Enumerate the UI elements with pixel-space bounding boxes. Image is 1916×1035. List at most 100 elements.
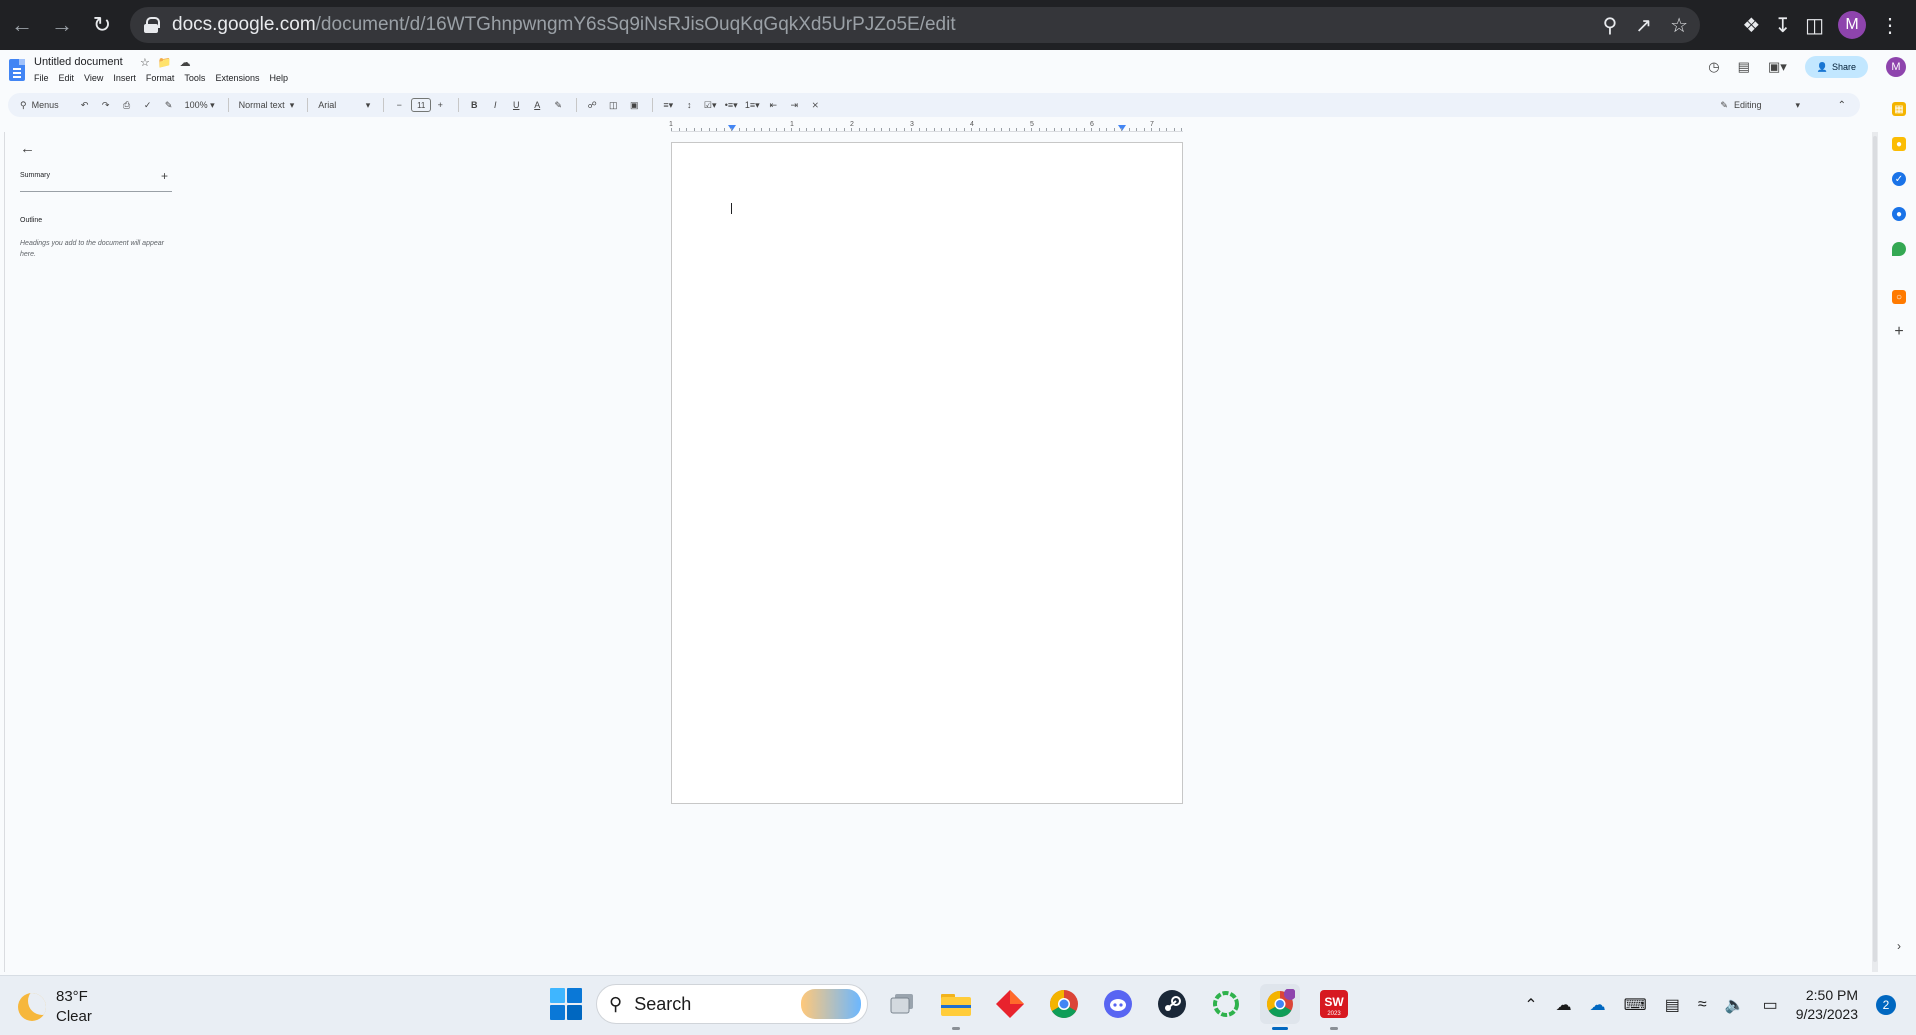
taskbar-search[interactable]: ⚲ Search	[596, 984, 868, 1024]
right-indent-marker[interactable]	[1118, 125, 1126, 131]
increase-indent-icon[interactable]: ⇥	[785, 96, 803, 114]
browser-profile-avatar[interactable]: M	[1838, 11, 1866, 39]
clear-formatting-icon[interactable]: ⨯	[806, 96, 824, 114]
align-icon[interactable]: ≡▾	[659, 96, 677, 114]
share-button[interactable]: 👤 Share	[1804, 56, 1868, 78]
clock[interactable]: 2:50 PM 9/23/2023	[1796, 986, 1858, 1024]
docs-logo-icon[interactable]	[9, 59, 25, 81]
menu-format[interactable]: Format	[146, 73, 175, 83]
left-indent-marker[interactable]	[728, 125, 736, 131]
extensions-icon[interactable]: ❖	[1742, 13, 1760, 38]
cloud-status-icon[interactable]: ☁	[180, 56, 191, 69]
red-diamond-app-icon[interactable]	[990, 984, 1030, 1024]
spellcheck-icon[interactable]: ✓	[139, 96, 157, 114]
file-explorer-icon[interactable]	[936, 984, 976, 1030]
decrease-font-size-icon[interactable]: −	[390, 96, 408, 114]
chevron-up-icon[interactable]: ⌃	[1524, 995, 1537, 1015]
bookmark-star-icon[interactable]: ☆	[1670, 13, 1688, 38]
add-addon-icon[interactable]: +	[1892, 323, 1906, 340]
zoom-icon[interactable]: ⚲	[1603, 13, 1618, 38]
checklist-icon[interactable]: ☑▾	[701, 96, 719, 114]
highlight-icon[interactable]: ✎	[549, 96, 567, 114]
lock-icon[interactable]	[144, 17, 160, 33]
steam-icon[interactable]	[1152, 984, 1192, 1024]
task-view-icon[interactable]	[882, 984, 922, 1024]
add-summary-icon[interactable]: +	[161, 169, 168, 183]
star-icon[interactable]: ☆	[140, 56, 150, 69]
style-select[interactable]: Normal text ▾	[235, 96, 299, 114]
bulleted-list-icon[interactable]: •≡▾	[722, 96, 740, 114]
collapse-menus-icon[interactable]: ⌃	[1838, 93, 1846, 117]
bold-icon[interactable]: B	[465, 96, 483, 114]
volume-muted-icon[interactable]: 🔈	[1725, 995, 1745, 1015]
contacts-icon[interactable]: ●	[1892, 207, 1906, 221]
discord-icon[interactable]	[1098, 984, 1138, 1024]
scrollbar-thumb[interactable]	[1873, 136, 1877, 962]
menu-view[interactable]: View	[84, 73, 103, 83]
addon-icon[interactable]: ○	[1892, 290, 1906, 304]
start-button[interactable]	[550, 988, 582, 1020]
text-color-icon[interactable]: A	[528, 96, 546, 114]
weather-widget[interactable]: 83°F Clear	[18, 987, 92, 1027]
menu-edit[interactable]: Edit	[59, 73, 75, 83]
menu-insert[interactable]: Insert	[113, 73, 136, 83]
wifi-icon[interactable]: ≈	[1698, 996, 1707, 1014]
green-ring-app-icon[interactable]	[1206, 984, 1246, 1024]
insert-image-icon[interactable]: ▣	[625, 96, 643, 114]
onedrive-sync-icon[interactable]: ☁	[1590, 995, 1606, 1015]
font-select[interactable]: Arial ▾	[314, 96, 374, 114]
keep-icon[interactable]: ●	[1892, 137, 1906, 151]
display-icon[interactable]: ▤	[1665, 995, 1680, 1015]
close-outline-icon[interactable]: ←	[20, 140, 172, 157]
undo-icon[interactable]: ↶	[76, 96, 94, 114]
version-history-icon[interactable]: ◷	[1708, 59, 1719, 75]
comments-icon[interactable]: ▤	[1738, 59, 1750, 75]
keyboard-icon[interactable]: ⌨	[1624, 995, 1647, 1015]
expand-panel-icon[interactable]: ›	[1892, 939, 1906, 953]
line-spacing-icon[interactable]: ↕	[680, 96, 698, 114]
share-page-icon[interactable]: ↗	[1635, 13, 1652, 38]
solidworks-icon[interactable]: SW 2023	[1314, 984, 1354, 1030]
numbered-list-icon[interactable]: 1≡▾	[743, 96, 761, 114]
menu-extensions[interactable]: Extensions	[215, 73, 259, 83]
editing-mode-select[interactable]: ✎ Editing ▾	[1720, 93, 1800, 117]
tasks-icon[interactable]: ✓	[1892, 172, 1906, 186]
add-comment-icon[interactable]: ◫	[604, 96, 622, 114]
vertical-ruler[interactable]	[0, 132, 5, 972]
account-avatar[interactable]: M	[1886, 57, 1906, 77]
menu-file[interactable]: File	[34, 73, 49, 83]
font-size-input[interactable]: 11	[411, 98, 432, 112]
download-icon[interactable]: ↧	[1774, 13, 1791, 38]
print-icon[interactable]: ⎙	[118, 96, 136, 114]
meet-icon[interactable]: ▣▾	[1768, 59, 1787, 75]
horizontal-ruler[interactable]: 1 1 2 3 4 5 6 7	[669, 121, 1183, 132]
increase-font-size-icon[interactable]: +	[431, 96, 449, 114]
reload-icon[interactable]: ↻	[82, 5, 122, 45]
forward-icon[interactable]: →	[42, 5, 82, 45]
zoom-select[interactable]: 100% ▾	[181, 96, 219, 114]
back-icon[interactable]: ←	[2, 5, 42, 45]
maps-icon[interactable]	[1892, 242, 1906, 256]
document-page[interactable]	[671, 142, 1183, 804]
italic-icon[interactable]: I	[486, 96, 504, 114]
calendar-icon[interactable]: ▦	[1892, 102, 1906, 116]
move-folder-icon[interactable]: 📁	[158, 56, 172, 69]
side-panel-icon[interactable]: ◫	[1805, 13, 1824, 38]
menu-tools[interactable]: Tools	[184, 73, 205, 83]
document-title[interactable]: Untitled document	[34, 56, 123, 68]
chrome-profile-icon[interactable]	[1260, 984, 1300, 1030]
onedrive-icon[interactable]: ☁	[1556, 995, 1572, 1015]
notification-badge[interactable]: 2	[1876, 995, 1896, 1015]
chrome-icon[interactable]	[1044, 984, 1084, 1024]
url-text[interactable]: docs.google.com/document/d/16WTGhnpwngmY…	[172, 14, 956, 36]
link-icon[interactable]: ☍	[583, 96, 601, 114]
redo-icon[interactable]: ↷	[97, 96, 115, 114]
battery-icon[interactable]: ▭	[1763, 995, 1778, 1015]
search-menus-button[interactable]: ⚲ Menus	[16, 96, 63, 114]
browser-menu-icon[interactable]: ⋮	[1880, 13, 1900, 38]
decrease-indent-icon[interactable]: ⇤	[764, 96, 782, 114]
underline-icon[interactable]: U	[507, 96, 525, 114]
address-bar[interactable]: docs.google.com/document/d/16WTGhnpwngmY…	[130, 7, 1700, 43]
menu-help[interactable]: Help	[269, 73, 288, 83]
paint-format-icon[interactable]: ✎	[160, 96, 178, 114]
